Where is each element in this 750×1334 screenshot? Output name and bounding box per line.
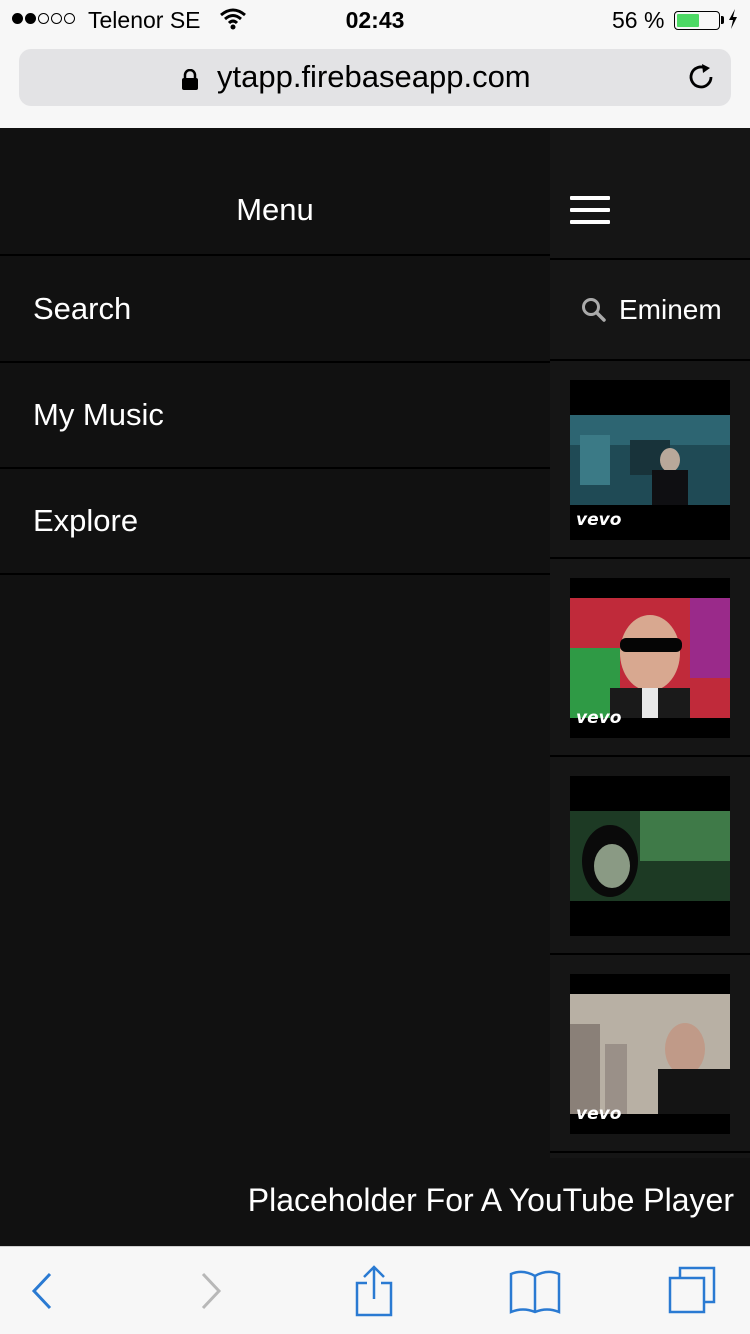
vevo-logo: vevo	[576, 708, 622, 728]
player-placeholder-text: Placeholder For A YouTube Player	[247, 1182, 734, 1218]
video-result[interactable]	[550, 757, 750, 955]
menu-item-label: Search	[33, 291, 132, 326]
url-text: ytapp.firebaseapp.com	[217, 59, 531, 94]
battery-level	[677, 14, 700, 27]
video-result[interactable]: vevo	[550, 559, 750, 757]
side-menu: Menu Search My Music Explore	[0, 128, 550, 1158]
video-thumbnail: vevo	[570, 380, 730, 540]
video-result[interactable]: vevo	[550, 361, 750, 559]
menu-title: Menu	[236, 192, 314, 227]
tabs-button[interactable]	[653, 1247, 733, 1334]
video-thumbnail: vevo	[570, 974, 730, 1134]
address-bar[interactable]: ytapp.firebaseapp.com	[19, 49, 731, 106]
bookmarks-button[interactable]	[495, 1247, 575, 1334]
video-thumbnail: vevo	[570, 578, 730, 738]
menu-item-search[interactable]: Search	[0, 257, 550, 363]
main-panel: Eminem vevo vevo vevo	[550, 128, 750, 1158]
status-bar: Telenor SE 02:43 56 %	[0, 0, 750, 40]
player-placeholder: Placeholder For A YouTube Player	[0, 1158, 750, 1246]
reload-icon[interactable]	[686, 62, 716, 97]
tabs-icon	[668, 1266, 716, 1314]
video-result[interactable]: vevo	[550, 955, 750, 1153]
menu-header: Menu	[0, 128, 550, 256]
video-thumbnail	[570, 776, 730, 936]
browser-address-area: ytapp.firebaseapp.com	[0, 40, 750, 128]
chevron-left-icon	[31, 1272, 52, 1310]
share-icon	[355, 1265, 393, 1317]
book-icon	[509, 1270, 561, 1314]
lock-icon	[181, 68, 199, 96]
charging-icon	[727, 8, 739, 36]
forward-button[interactable]	[171, 1247, 251, 1334]
menu-item-my-music[interactable]: My Music	[0, 363, 550, 469]
search-icon	[581, 297, 607, 328]
chevron-right-icon	[201, 1272, 222, 1310]
menu-item-label: Explore	[33, 503, 139, 538]
vevo-logo: vevo	[576, 510, 622, 530]
browser-toolbar	[0, 1246, 750, 1334]
hamburger-menu-icon[interactable]	[570, 196, 610, 232]
search-field[interactable]: Eminem	[550, 258, 750, 361]
vevo-logo: vevo	[576, 1104, 622, 1124]
share-button[interactable]	[334, 1247, 414, 1334]
battery-percent: 56 %	[612, 7, 665, 33]
menu-item-label: My Music	[33, 397, 164, 432]
search-query: Eminem	[619, 294, 722, 325]
battery-icon	[674, 11, 720, 30]
back-button[interactable]	[2, 1247, 82, 1334]
menu-item-explore[interactable]: Explore	[0, 469, 550, 575]
